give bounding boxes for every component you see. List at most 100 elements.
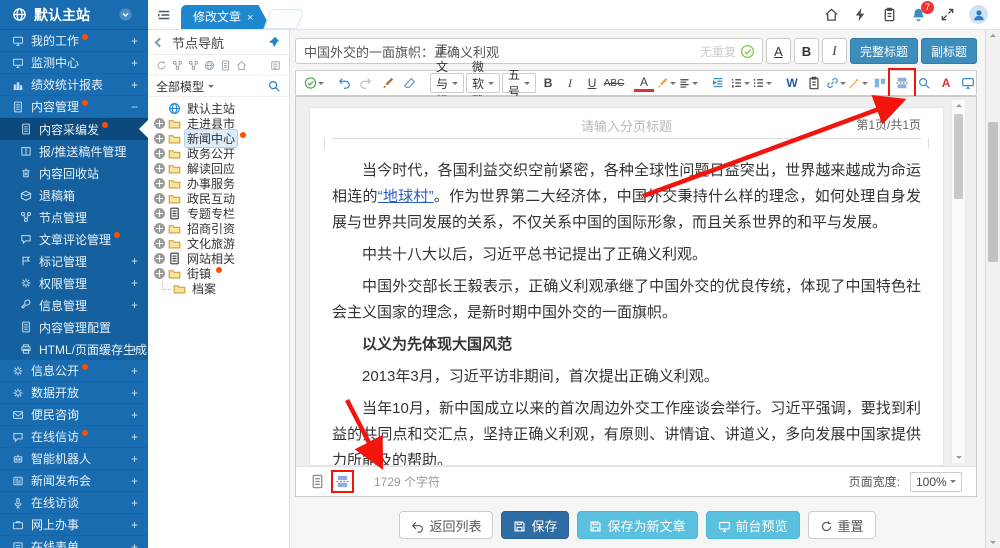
format-painter-button[interactable]: [378, 72, 398, 94]
tree-item[interactable]: 政务公开: [154, 146, 289, 161]
scroll-down-arrow[interactable]: [990, 541, 996, 544]
tree-item[interactable]: 招商引资: [154, 221, 289, 236]
full-title-button[interactable]: 完整标题: [850, 38, 918, 64]
sidebar-item[interactable]: 内容采编发: [0, 118, 148, 140]
tab-edit-article[interactable]: 修改文章×: [181, 5, 271, 29]
tree-item[interactable]: 文化旅游: [154, 236, 289, 251]
inline-link[interactable]: “地球村”: [378, 188, 434, 205]
user-avatar[interactable]: [969, 5, 988, 24]
home-icon[interactable]: [824, 7, 839, 22]
expand-plus-icon[interactable]: [154, 118, 165, 129]
article-body[interactable]: 当今时代，各国利益交织空前紧密，各种全球性问题日益突出，世界越来越成为命运相连的…: [332, 158, 921, 466]
menu-toggle-icon[interactable]: [157, 8, 171, 22]
scrollbar-thumb[interactable]: [988, 122, 998, 262]
find-replace-button[interactable]: [914, 72, 934, 94]
sidebar-item[interactable]: 便民咨询 +: [0, 404, 148, 426]
page-width-select[interactable]: 100%: [910, 472, 962, 492]
expand-plus-icon[interactable]: [154, 238, 165, 249]
close-tab-icon[interactable]: ×: [247, 12, 253, 24]
tree-item[interactable]: 政民互动: [154, 191, 289, 206]
italic-button[interactable]: I: [560, 72, 580, 94]
page-view-toggle-icon[interactable]: [335, 474, 350, 489]
strikethrough-button[interactable]: ABC: [604, 72, 624, 94]
highlight-button[interactable]: [656, 72, 676, 94]
scrollbar-thumb[interactable]: [954, 114, 963, 199]
copy-node-icon[interactable]: [220, 60, 231, 71]
one-key-format-button[interactable]: [848, 72, 868, 94]
paste-from-word-button[interactable]: W: [782, 72, 802, 94]
tree-item[interactable]: 专题专栏: [154, 206, 289, 221]
sidebar-item[interactable]: 内容管理 −: [0, 96, 148, 118]
page-break-button[interactable]: [892, 72, 912, 94]
collapse-panel-icon[interactable]: [155, 37, 165, 47]
page-title-placeholder[interactable]: 请输入分页标题: [310, 116, 943, 135]
sidebar-item[interactable]: 权限管理 +: [0, 272, 148, 294]
site-icon[interactable]: [204, 60, 215, 71]
sidebar-item[interactable]: 内容回收站: [0, 162, 148, 184]
report-panel-icon[interactable]: [270, 60, 281, 71]
scroll-up-arrow[interactable]: [956, 104, 962, 107]
unordered-list-button[interactable]: [752, 72, 772, 94]
pin-icon[interactable]: [267, 35, 281, 49]
sidebar-item[interactable]: 在线信访 +: [0, 426, 148, 448]
tree-item[interactable]: 新闻中心: [154, 131, 289, 146]
word-count-button[interactable]: A: [936, 72, 956, 94]
expand-plus-icon[interactable]: [154, 178, 165, 189]
redo-button[interactable]: [356, 72, 376, 94]
indent-button[interactable]: [708, 72, 728, 94]
title-underline-button[interactable]: A: [766, 38, 791, 64]
tree-item[interactable]: 档案: [154, 281, 289, 296]
search-icon[interactable]: [267, 79, 281, 93]
expand-plus-icon[interactable]: [154, 223, 165, 234]
footer-button[interactable]: 返回列表: [399, 511, 493, 539]
collapse-sidebar-icon[interactable]: [118, 7, 133, 22]
expand-plus-icon[interactable]: [154, 268, 165, 279]
undo-button[interactable]: [334, 72, 354, 94]
expand-plus-icon[interactable]: [154, 208, 165, 219]
paragraph-style-select[interactable]: 正文与标题: [430, 73, 464, 93]
title-bold-button[interactable]: B: [794, 38, 819, 64]
sidebar-item[interactable]: 报/推送稿件管理: [0, 140, 148, 162]
site-header[interactable]: 默认主站: [0, 0, 148, 30]
refresh-icon[interactable]: [156, 60, 167, 71]
sidebar-item[interactable]: 在线访谈 +: [0, 492, 148, 514]
quick-launch-icon[interactable]: [853, 7, 868, 22]
tree-item[interactable]: 解读回应: [154, 161, 289, 176]
layout-columns-button[interactable]: [870, 72, 890, 94]
tree-item[interactable]: 办事服务: [154, 176, 289, 191]
align-button[interactable]: [678, 72, 698, 94]
sidebar-item[interactable]: 内容管理配置: [0, 316, 148, 338]
bold-button[interactable]: B: [538, 72, 558, 94]
tasks-icon[interactable]: [882, 7, 897, 22]
title-italic-button[interactable]: I: [822, 38, 847, 64]
source-view-icon[interactable]: [310, 474, 325, 489]
scroll-up-arrow[interactable]: [990, 34, 996, 37]
sidebar-item[interactable]: 节点管理: [0, 206, 148, 228]
expand-all-icon[interactable]: [172, 60, 183, 71]
article-title-input[interactable]: 中国外交的一面旗帜：正确义利观 无重复: [295, 38, 763, 64]
sidebar-item[interactable]: 信息公开 +: [0, 360, 148, 382]
fullscreen-icon[interactable]: [940, 7, 955, 22]
font-size-select[interactable]: 五号: [502, 73, 536, 93]
notifications-bell-icon[interactable]: 7: [911, 7, 926, 22]
tree-item[interactable]: 默认主站: [154, 101, 289, 116]
scroll-down-arrow[interactable]: [956, 456, 962, 459]
footer-button[interactable]: 保存为新文章: [577, 511, 697, 539]
sidebar-item[interactable]: 监测中心 +: [0, 52, 148, 74]
sidebar-item[interactable]: 数据开放 +: [0, 382, 148, 404]
sidebar-item[interactable]: 信息管理 +: [0, 294, 148, 316]
fullscreen-edit-button[interactable]: [958, 72, 978, 94]
editor-scrollbar[interactable]: [951, 99, 966, 464]
ordered-list-button[interactable]: [730, 72, 750, 94]
clear-format-button[interactable]: [400, 72, 420, 94]
sidebar-item[interactable]: HTML/页面缓存生成 +: [0, 338, 148, 360]
editor-page[interactable]: 请输入分页标题 第1页/共1页 当今时代，各国利益交织空前紧密，各种全球性问题日…: [309, 107, 944, 466]
expand-plus-icon[interactable]: [154, 193, 165, 204]
collapse-all-icon[interactable]: [188, 60, 199, 71]
insert-link-button[interactable]: [826, 72, 846, 94]
expand-plus-icon[interactable]: [154, 163, 165, 174]
font-family-select[interactable]: 微软雅: [466, 73, 500, 93]
sidebar-item[interactable]: 文章评论管理: [0, 228, 148, 250]
paste-text-button[interactable]: [804, 72, 824, 94]
sidebar-item[interactable]: 新闻发布会 +: [0, 470, 148, 492]
